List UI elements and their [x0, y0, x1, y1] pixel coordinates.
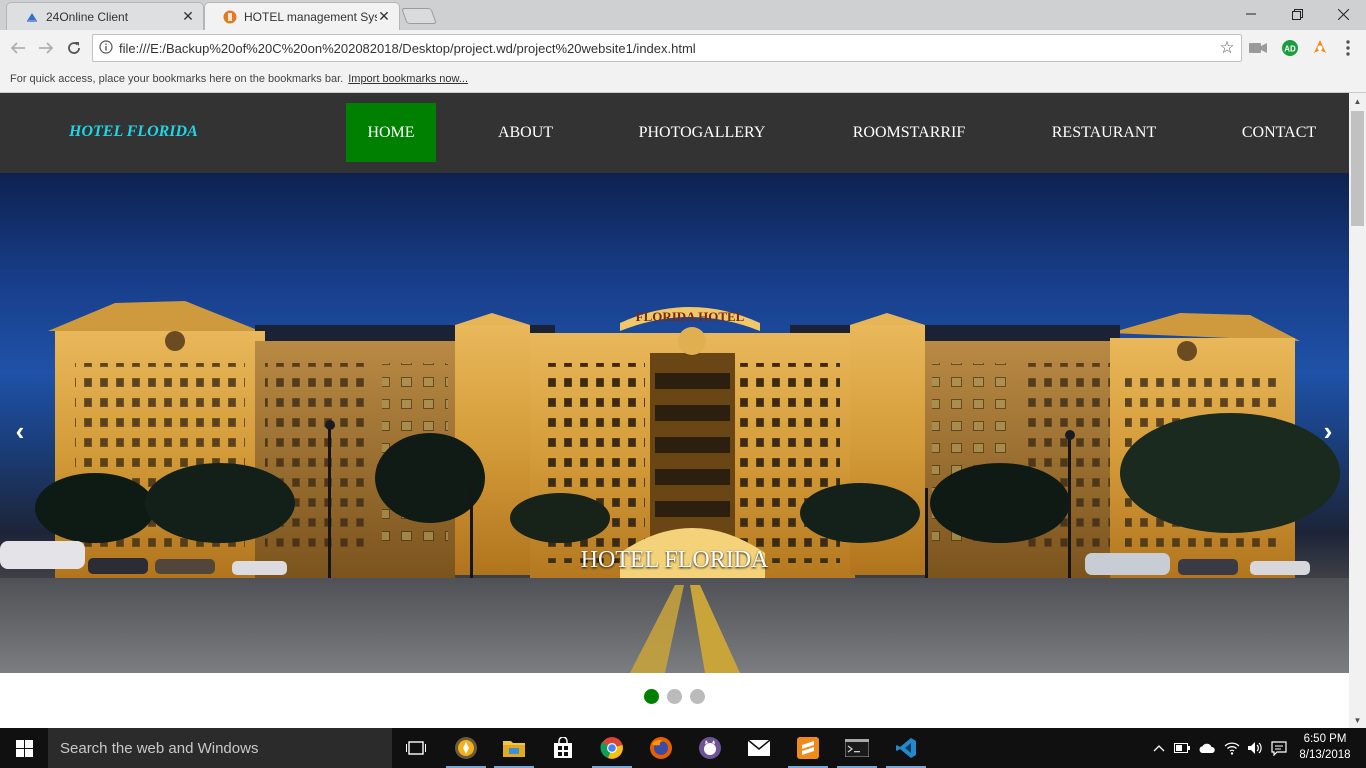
github-desktop-icon[interactable] — [686, 728, 734, 768]
tab-close-icon[interactable]: ✕ — [377, 8, 391, 25]
vscode-icon[interactable] — [882, 728, 930, 768]
nav-about[interactable]: ABOUT — [478, 103, 573, 162]
bookmarks-bar-message: For quick access, place your bookmarks h… — [10, 73, 344, 85]
site-brand[interactable]: HOTEL FLORIDA — [69, 123, 198, 141]
browser-toolbar: file:///E:/Backup%20of%20C%20on%20208201… — [0, 30, 1366, 66]
onedrive-cloud-icon[interactable] — [1197, 728, 1217, 768]
mail-icon[interactable] — [735, 728, 783, 768]
camera-extension-icon[interactable] — [1249, 39, 1267, 57]
tab-title: HOTEL management Syst — [244, 9, 377, 24]
notifications-icon[interactable] — [1268, 728, 1290, 768]
firefox-icon[interactable] — [637, 728, 685, 768]
wifi-icon[interactable] — [1222, 728, 1242, 768]
forward-arrow-icon[interactable] — [34, 36, 58, 60]
back-arrow-icon[interactable] — [6, 36, 30, 60]
site-favicon-icon — [25, 10, 39, 24]
import-bookmarks-link[interactable]: Import bookmarks now... — [348, 73, 468, 85]
adblock-extension-icon[interactable]: AD — [1281, 39, 1299, 57]
info-icon[interactable] — [93, 39, 119, 57]
reload-icon[interactable] — [62, 36, 86, 60]
avast-extension-icon[interactable] — [1311, 39, 1329, 57]
taskbar-search-input[interactable]: Search the web and Windows — [48, 728, 392, 768]
carousel-next-arrow-icon[interactable]: › — [1308, 411, 1348, 451]
nav-contact[interactable]: CONTACT — [1224, 103, 1334, 162]
file-explorer-icon[interactable] — [490, 728, 538, 768]
hotel-photo: FLORIDA HOTEL — [0, 301, 1349, 673]
carousel-indicators — [0, 689, 1349, 704]
nav-restaurant[interactable]: RESTAURANT — [1034, 103, 1174, 162]
command-prompt-icon[interactable] — [833, 728, 881, 768]
carousel-caption: HOTEL FLORIDA — [580, 547, 769, 573]
browser-tab-strip: 24Online Client ✕ HOTEL management Syst … — [0, 0, 1366, 30]
hero-carousel: FLORIDA HOTEL HOTEL FLORIDA ‹ › — [0, 173, 1349, 673]
tab-24online-client[interactable]: 24Online Client ✕ — [6, 2, 204, 30]
menu-kebab-icon[interactable] — [1339, 39, 1357, 57]
carousel-dot[interactable] — [644, 689, 659, 704]
volume-icon[interactable] — [1245, 728, 1265, 768]
page-viewport: HOTEL FLORIDA HOME ABOUT PHOTOGALLERY RO… — [0, 93, 1366, 728]
address-bar[interactable]: file:///E:/Backup%20of%20C%20on%20208201… — [92, 34, 1242, 62]
tab-title: 24Online Client — [46, 9, 129, 24]
taskbar-clock[interactable]: 6:50 PM 8/13/2018 — [1290, 731, 1360, 763]
battery-icon[interactable] — [1173, 728, 1191, 768]
brave-browser-icon[interactable] — [442, 728, 490, 768]
svg-text:AD: AD — [1284, 45, 1296, 54]
scroll-down-icon[interactable]: ▼ — [1349, 712, 1366, 728]
carousel-dot[interactable] — [667, 689, 682, 704]
nav-roomstarrif[interactable]: ROOMSTARRIF — [834, 103, 984, 162]
windows-taskbar: Search the web and Windows 6:50 PM 8/13/… — [0, 728, 1366, 768]
bookmarks-bar: For quick access, place your bookmarks h… — [0, 66, 1366, 93]
scrollbar-thumb[interactable] — [1351, 111, 1364, 226]
carousel-prev-arrow-icon[interactable]: ‹ — [0, 411, 40, 451]
clock-time: 6:50 PM — [1303, 733, 1347, 745]
hotel-favicon-icon — [223, 10, 237, 24]
nav-home[interactable]: HOME — [346, 103, 436, 162]
carousel-dot[interactable] — [690, 689, 705, 704]
restore-icon[interactable] — [1274, 0, 1320, 28]
nav-photogallery[interactable]: PHOTOGALLERY — [618, 103, 786, 162]
tray-chevron-up-icon[interactable] — [1150, 728, 1168, 768]
store-icon[interactable] — [539, 728, 587, 768]
bookmark-star-icon[interactable]: ☆ — [1213, 38, 1241, 58]
windows-start-icon[interactable] — [0, 728, 48, 768]
sublime-text-icon[interactable] — [784, 728, 832, 768]
scroll-up-icon[interactable]: ▲ — [1349, 93, 1366, 109]
page-scrollbar[interactable]: ▲ ▼ — [1349, 93, 1366, 728]
task-view-icon[interactable] — [392, 728, 440, 768]
hotel-sign-text: FLORIDA HOTEL — [636, 309, 745, 324]
chrome-icon[interactable] — [588, 728, 636, 768]
tab-close-icon[interactable]: ✕ — [181, 8, 195, 25]
close-window-icon[interactable] — [1320, 0, 1366, 28]
clock-date: 8/13/2018 — [1299, 749, 1351, 761]
site-navbar: HOTEL FLORIDA HOME ABOUT PHOTOGALLERY RO… — [0, 93, 1349, 173]
minimize-icon[interactable] — [1228, 0, 1274, 28]
tab-hotel-management[interactable]: HOTEL management Syst ✕ — [204, 2, 400, 30]
new-tab-button[interactable] — [401, 8, 437, 24]
url-text[interactable]: file:///E:/Backup%20of%20C%20on%20208201… — [119, 41, 1213, 56]
